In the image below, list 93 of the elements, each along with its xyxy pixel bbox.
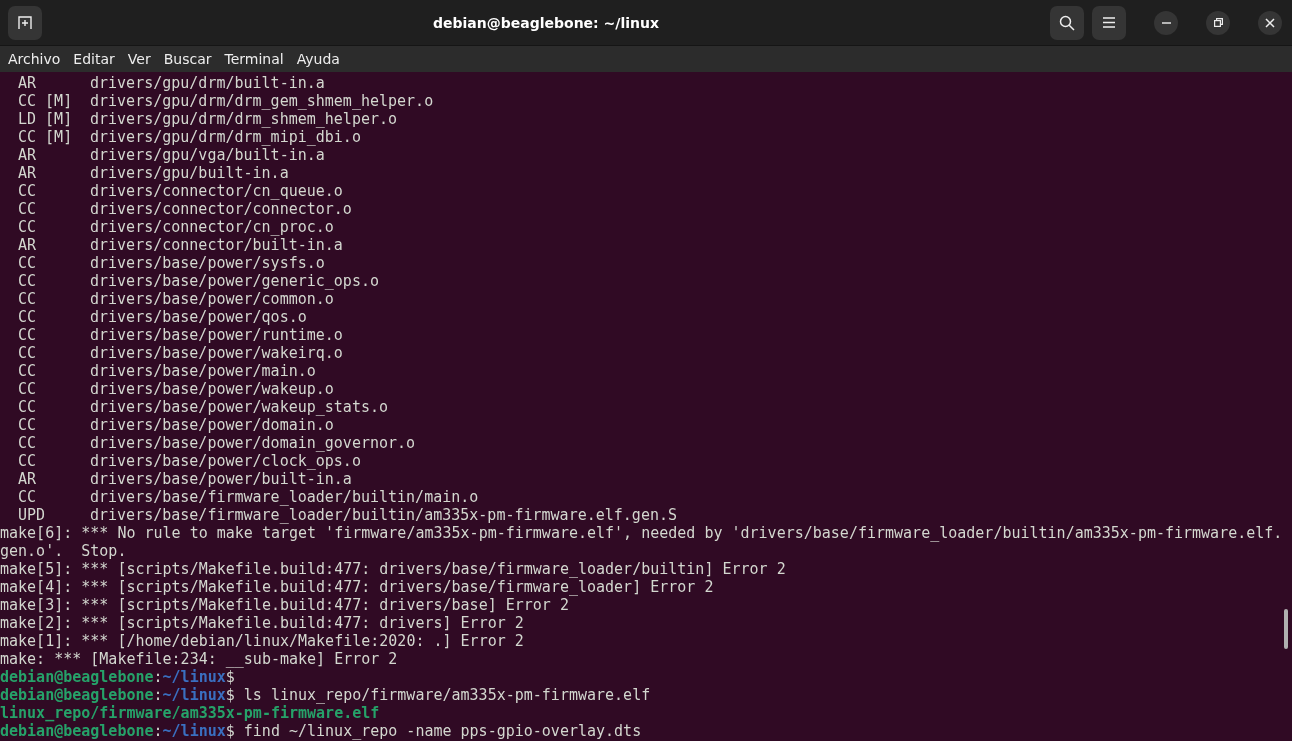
file-path: drivers/base/firmware_loader/builtin/am335x-pm-firmware.elf.gen.S [90, 506, 677, 524]
build-step: UPD [0, 506, 90, 524]
prompt-path: ~/linux [162, 686, 226, 704]
build-step: CC [0, 488, 90, 506]
build-step: AR [0, 146, 90, 164]
file-path: drivers/base/power/wakeup_stats.o [90, 398, 388, 416]
build-step: CC [M] [0, 92, 90, 110]
restore-icon [1213, 18, 1223, 27]
build-step: CC [0, 344, 90, 362]
file-path: drivers/connector/cn_queue.o [90, 182, 343, 200]
build-step: AR [0, 470, 90, 488]
file-path: linux_repo/firmware/am335x-pm-firmware.elf [0, 704, 380, 722]
prompt-separator: : [153, 668, 163, 686]
build-step: AR [0, 164, 90, 182]
output-line: make[2]: *** [scripts/Makefile.build:477: drivers] Error 2 [0, 614, 524, 632]
prompt-separator: : [153, 686, 163, 704]
file-path: drivers/gpu/drm/built-in.a [90, 74, 325, 92]
command-text: find ~/linux_repo -name pps-gpio-overlay.dts [243, 722, 642, 740]
file-path: drivers/connector/cn_proc.o [90, 218, 334, 236]
file-path: drivers/base/power/domain_governor.o [90, 434, 416, 452]
menu-item[interactable]: Ayuda [296, 51, 353, 67]
scrollbar-thumb[interactable] [1284, 609, 1288, 649]
file-path: drivers/base/power/runtime.o [90, 326, 343, 344]
new-tab-icon [18, 15, 32, 30]
prompt-user: debian@beaglebone [0, 686, 154, 704]
menu-icon [1103, 17, 1115, 28]
build-step: CC [0, 308, 90, 326]
prompt-user: debian@beaglebone [0, 722, 154, 740]
output-line: gen.o'. Stop. [0, 542, 127, 560]
prompt-symbol: $ [225, 668, 235, 686]
file-path: drivers/base/power/clock_ops.o [90, 452, 361, 470]
prompt-symbol: $ [225, 686, 235, 704]
output-line: make[4]: *** [scripts/Makefile.build:477: drivers/base/firmware_loader] Error 2 [0, 578, 714, 596]
build-step: CC [M] [0, 128, 90, 146]
file-path: drivers/base/power/domain.o [90, 416, 334, 434]
menu-button[interactable] [1092, 5, 1126, 40]
file-path: drivers/gpu/drm/drm_mipi_dbi.o [90, 128, 361, 146]
file-path: drivers/connector/connector.o [90, 200, 352, 218]
new-tab-button[interactable] [8, 5, 42, 40]
build-step: CC [0, 362, 90, 380]
build-step: CC [0, 272, 90, 290]
output-line: make[6]: *** No rule to make target 'firmware/am335x-pm-firmware.elf', needed by 'drivers/base/firmware_loader/builtin/am335x-pm-firmware.elf. [0, 524, 1283, 542]
window-title: debian@beaglebone: ~/linux [432, 14, 660, 31]
close-button[interactable] [1258, 10, 1282, 35]
file-path: drivers/gpu/vga/built-in.a [90, 146, 325, 164]
output-line: make[5]: *** [scripts/Makefile.build:477: drivers/base/firmware_loader/builtin] Error 2 [0, 560, 786, 578]
build-step: CC [0, 254, 90, 272]
file-path: drivers/connector/built-in.a [90, 236, 343, 254]
search-icon [1059, 14, 1075, 31]
output-line: make: *** [Makefile:234: __sub-make] Error 2 [0, 650, 398, 668]
command-text: ls linux_repo/firmware/am335x-pm-firmware.elf [243, 686, 651, 704]
build-step: CC [0, 290, 90, 308]
restore-button[interactable] [1206, 10, 1230, 35]
build-step: AR [0, 74, 90, 92]
file-path: drivers/gpu/built-in.a [90, 164, 289, 182]
prompt-path: ~/linux [162, 722, 226, 740]
file-path: drivers/base/power/qos.o [90, 308, 307, 326]
prompt-symbol: $ [225, 722, 235, 740]
minimize-icon [1161, 21, 1171, 24]
prompt-user: debian@beaglebone [0, 668, 154, 686]
build-step: CC [0, 380, 90, 398]
file-path: drivers/base/power/wakeirq.o [90, 344, 343, 362]
prompt-separator: : [153, 722, 163, 740]
build-step: CC [0, 200, 90, 218]
file-path: drivers/base/power/sysfs.o [90, 254, 325, 272]
build-step: CC [0, 398, 90, 416]
search-button[interactable] [1050, 5, 1084, 40]
prompt-path: ~/linux [162, 668, 226, 686]
menu-item[interactable]: Ver [127, 51, 164, 67]
file-path: drivers/gpu/drm/drm_gem_shmem_helper.o [90, 92, 434, 110]
file-path: drivers/gpu/drm/drm_shmem_helper.o [90, 110, 398, 128]
output-line: make[1]: *** [/home/debian/linux/Makefile:2020: .] Error 2 [0, 632, 524, 650]
build-step: CC [0, 326, 90, 344]
build-step: CC [0, 218, 90, 236]
close-icon [1265, 17, 1275, 28]
file-path: drivers/base/firmware_loader/builtin/main.o [90, 488, 479, 506]
menu-item[interactable]: Archivo [8, 51, 74, 67]
minimize-button[interactable] [1154, 10, 1178, 35]
menu-item[interactable]: Editar [73, 51, 128, 67]
build-step: LD [M] [0, 110, 90, 128]
file-path: drivers/base/power/generic_ops.o [90, 272, 379, 290]
menu-item[interactable]: Buscar [163, 51, 225, 67]
build-step: CC [0, 182, 90, 200]
build-step: CC [0, 416, 90, 434]
build-step: CC [0, 452, 90, 470]
file-path: drivers/base/power/wakeup.o [90, 380, 334, 398]
menu-item[interactable]: Terminal [224, 51, 297, 67]
output-line: make[3]: *** [scripts/Makefile.build:477: drivers/base] Error 2 [0, 596, 569, 614]
file-path: drivers/base/power/built-in.a [90, 470, 352, 488]
build-step: AR [0, 236, 90, 254]
file-path: drivers/base/power/main.o [90, 362, 316, 380]
file-path: drivers/base/power/common.o [90, 290, 334, 308]
build-step: CC [0, 434, 90, 452]
